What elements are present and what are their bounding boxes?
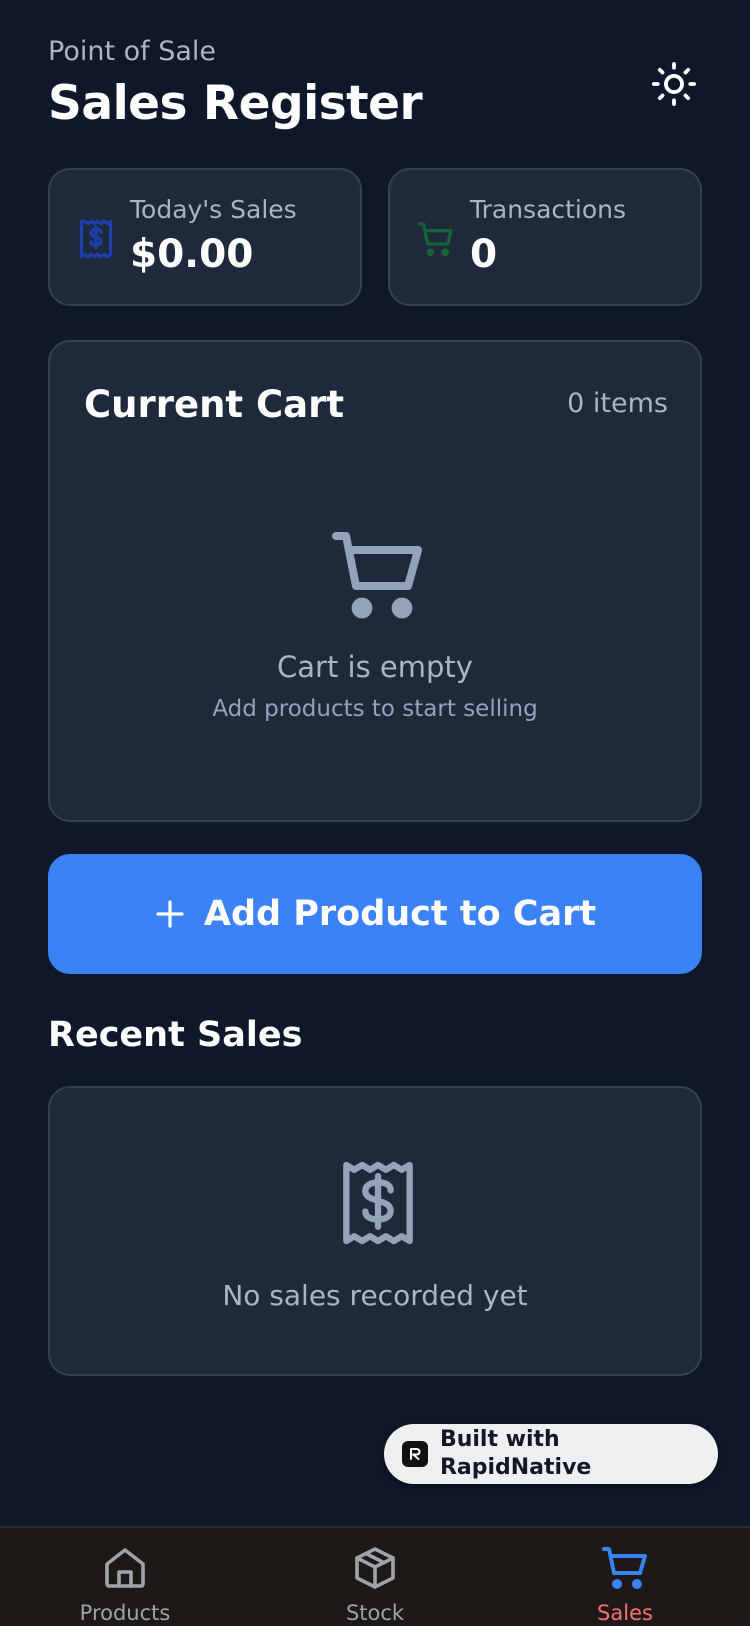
tab-stock[interactable]: Stock <box>250 1528 500 1626</box>
cart-empty-title: Cart is empty <box>277 650 473 684</box>
built-with-text: Built with RapidNative <box>439 1427 592 1480</box>
add-product-to-cart-button[interactable]: Add Product to Cart <box>48 854 702 974</box>
recent-sales-card: No sales recorded yet <box>48 1086 702 1376</box>
recent-sales-title: Recent Sales <box>48 1015 303 1055</box>
tab-sales[interactable]: Sales <box>500 1528 750 1626</box>
cart-icon <box>417 222 453 257</box>
sun-icon <box>651 61 697 107</box>
current-cart-card: Current Cart 0 items Cart is empty Add p… <box>48 340 702 822</box>
plus-icon <box>156 900 184 928</box>
page-eyebrow: Point of Sale <box>48 36 217 67</box>
todays-sales-value: $0.00 <box>130 232 254 277</box>
home-icon <box>105 1548 145 1588</box>
tab-products[interactable]: Products <box>0 1528 250 1626</box>
tab-stock-label: Stock <box>345 1601 405 1625</box>
rapidnative-logo-icon <box>402 1441 428 1467</box>
todays-sales-label: Today's Sales <box>130 195 297 224</box>
header: Point of Sale Sales Register <box>48 34 702 134</box>
tab-products-label: Products <box>79 1601 171 1625</box>
transactions-card: Transactions 0 <box>388 168 702 306</box>
cart-item-count: 0 items <box>567 388 668 419</box>
transactions-label: Transactions <box>470 195 627 224</box>
theme-toggle-button[interactable] <box>648 58 700 110</box>
box-icon <box>355 1547 395 1589</box>
recent-sales-empty-text: No sales recorded yet <box>222 1279 528 1312</box>
built-with-rapidnative-badge[interactable]: Built with RapidNative <box>384 1424 718 1484</box>
page-title: Sales Register <box>48 76 423 131</box>
receipt-dollar-icon <box>79 219 113 259</box>
receipt-dollar-icon <box>343 1161 413 1245</box>
add-product-label: Add Product to Cart <box>203 894 597 934</box>
transactions-value: 0 <box>470 232 498 277</box>
todays-sales-card: Today's Sales $0.00 <box>48 168 362 306</box>
cart-icon <box>332 532 422 619</box>
cart-empty-subtitle: Add products to start selling <box>212 696 538 722</box>
tab-sales-label: Sales <box>597 1601 653 1625</box>
bottom-tab-bar: Products Stock Sales <box>0 1526 750 1626</box>
cart-icon <box>602 1547 647 1589</box>
cart-title: Current Cart <box>84 383 345 426</box>
